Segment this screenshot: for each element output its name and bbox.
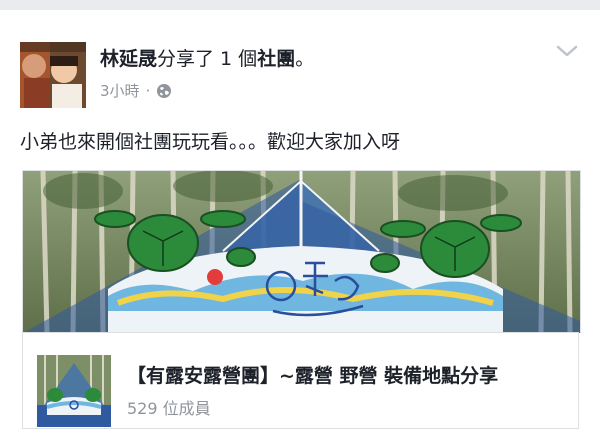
group-thumbnail[interactable] [37,355,111,427]
chevron-down-icon[interactable] [555,42,579,60]
action-object-link[interactable]: 社團 [257,48,295,70]
author-avatar[interactable] [20,42,86,108]
post-card: 林延晟分享了 1 個社團。 3小時 · 小弟也來開個社團玩玩看。。。歡迎大家加入… [0,10,600,446]
post-header-line: 林延晟分享了 1 個社團。 [100,47,314,71]
post-timestamp[interactable]: 3小時 [100,80,140,101]
shared-group-attachment[interactable]: 【有露安露營團】~露營 野營 裝備地點分享 529 位成員 [22,332,579,429]
group-cover-image[interactable] [22,170,581,333]
group-member-count: 529 位成員 [127,399,211,418]
group-title-link[interactable]: 【有露安露營團】~露營 野營 裝備地點分享 [127,361,498,388]
action-suffix: 。 [295,48,315,70]
action-prefix: 分享了 1 個 [157,48,258,70]
meta-separator: · [145,81,151,100]
globe-icon[interactable] [156,83,172,99]
post-meta: 3小時 · [100,80,172,101]
post-text: 小弟也來開個社團玩玩看。。。歡迎大家加入呀 [20,131,401,153]
author-name[interactable]: 林延晟 [100,48,157,70]
